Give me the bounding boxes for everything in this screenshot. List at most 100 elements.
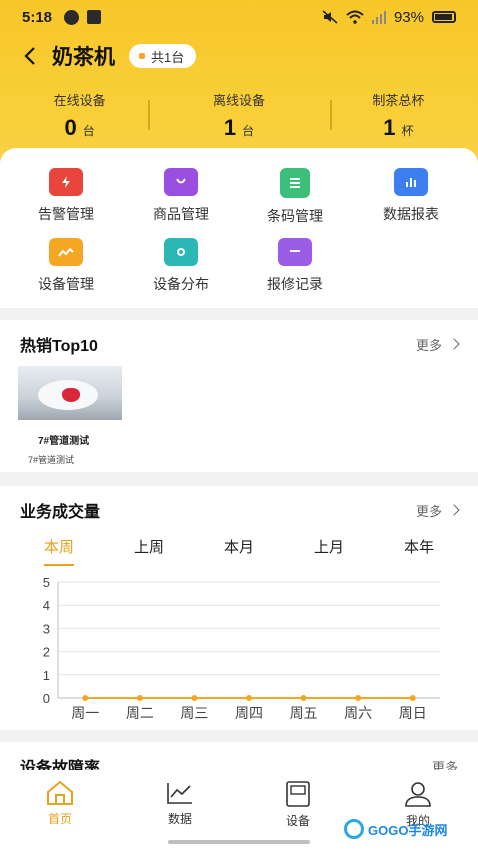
stat-label: 离线设备	[212, 93, 265, 108]
stat-offline[interactable]: 离线设备 1 台	[159, 90, 318, 140]
menu-card: 告警管理 商品管理 条码管理 数据报表 设备管理 设备分布 报修记录	[0, 148, 478, 308]
hot-sales-more-link[interactable]: 更多	[415, 335, 460, 354]
menu-item-alarm[interactable]: 告警管理	[11, 168, 121, 224]
tab-last-month[interactable]: 上月	[284, 536, 374, 566]
stat-unit: 台	[82, 124, 95, 138]
product-subtitle: 7#管道测试	[28, 455, 75, 465]
stat-divider	[330, 100, 332, 130]
y-tick-label: 5	[43, 575, 50, 590]
nav-label: 设备	[285, 814, 310, 828]
battery-percent: 93%	[393, 8, 424, 26]
section-title: 热销Top10	[20, 338, 98, 355]
menu-label: 告警管理	[38, 206, 94, 222]
menu-label: 设备分布	[153, 276, 209, 292]
home-indicator[interactable]	[168, 840, 310, 844]
menu-label: 条码管理	[267, 208, 323, 224]
device-count-badge: 共1台	[129, 44, 197, 68]
stat-unit: 台	[242, 124, 255, 138]
data-point	[246, 695, 252, 701]
barcode-doc-icon	[280, 168, 310, 198]
menu-item-barcode[interactable]: 条码管理	[240, 168, 350, 226]
menu-label: 设备管理	[38, 276, 94, 292]
stat-value: 1 台	[224, 115, 254, 141]
stat-number: 1	[383, 115, 396, 140]
menu-item-products[interactable]: 商品管理	[126, 168, 236, 224]
status-bar: 5:18 93%	[0, 0, 478, 34]
device-icon	[286, 781, 310, 807]
tab-this-year[interactable]: 本年	[374, 536, 464, 566]
signal-icon	[371, 11, 386, 24]
y-tick-label: 2	[43, 645, 50, 660]
user-icon	[405, 782, 431, 807]
nav-label: 首页	[47, 812, 72, 826]
report-chart-icon	[394, 168, 428, 196]
tab-this-week[interactable]: 本周	[14, 536, 104, 566]
status-time: 5:18	[22, 8, 53, 26]
notification-status-icon	[87, 10, 102, 24]
data-point	[136, 695, 143, 701]
stat-number: 0	[64, 115, 77, 140]
stat-label: 在线设备	[53, 93, 106, 108]
more-label: 更多	[415, 337, 442, 353]
stat-divider	[148, 100, 150, 130]
device-map-icon	[164, 238, 198, 266]
y-tick-label: 3	[43, 621, 50, 636]
product-name[interactable]: 7#管道测试	[38, 432, 89, 447]
data-point	[409, 695, 416, 701]
data-point	[82, 695, 89, 701]
home-icon	[47, 780, 73, 805]
section-title: 业务成交量	[20, 504, 101, 521]
product-image[interactable]	[18, 366, 122, 420]
x-tick-label: 周五	[290, 705, 318, 721]
y-tick-label: 4	[43, 598, 50, 613]
more-label: 更多	[415, 503, 442, 519]
stat-number: 1	[223, 115, 237, 140]
tab-this-month[interactable]: 本月	[194, 536, 284, 566]
mute-icon	[322, 10, 338, 24]
watermark-circle-icon	[344, 819, 364, 839]
x-tick-label: 周六	[344, 705, 372, 721]
data-point	[355, 695, 362, 701]
stat-online[interactable]: 在线设备 0 台	[0, 90, 159, 140]
menu-item-device-map[interactable]: 设备分布	[126, 238, 236, 294]
repair-record-icon	[278, 238, 312, 266]
menu-label: 报修记录	[267, 276, 323, 292]
x-tick-label: 周四	[235, 705, 263, 721]
watermark-text: GOGO手游网	[368, 822, 448, 838]
volume-more-link[interactable]: 更多	[415, 501, 460, 520]
stat-unit: 杯	[401, 124, 414, 138]
data-point	[191, 695, 198, 701]
data-point	[300, 695, 307, 701]
menu-item-device-manage[interactable]: 设备管理	[11, 238, 121, 294]
stat-value: 1 杯	[383, 115, 413, 141]
nav-devices[interactable]: 设备	[258, 780, 338, 829]
watermark-logo: GOGO手游网	[344, 818, 474, 840]
menu-item-repair[interactable]: 报修记录	[240, 238, 350, 294]
nav-data[interactable]: 数据	[140, 780, 220, 827]
title-bar: 奶茶机 共1台	[0, 38, 478, 74]
shopping-bag-icon	[164, 168, 198, 196]
device-count-text: 共1台	[151, 49, 185, 65]
alarm-icon	[49, 168, 83, 196]
menu-label: 数据报表	[383, 206, 439, 222]
nav-home[interactable]: 首页	[20, 780, 100, 827]
x-tick-label: 周日	[399, 705, 427, 721]
status-right: 93%	[322, 9, 456, 26]
y-tick-label: 1	[43, 668, 50, 683]
device-manage-icon	[49, 238, 83, 266]
back-button[interactable]	[8, 38, 52, 74]
x-tick-label: 周一	[71, 705, 99, 721]
x-tick-label: 周二	[126, 705, 154, 721]
menu-item-reports[interactable]: 数据报表	[356, 168, 466, 224]
page-title: 奶茶机	[52, 46, 115, 69]
x-tick-label: 周三	[180, 705, 208, 721]
strawberry	[62, 388, 80, 402]
chart-svg: 0 1 2 3 4 5 周一 周二 周三 周四 周五 周六 周日	[43, 575, 440, 721]
y-tick-label: 0	[43, 691, 50, 706]
back-arrow-icon	[24, 47, 35, 65]
chevron-right-icon	[448, 338, 460, 350]
tab-last-week[interactable]: 上周	[104, 536, 194, 566]
account-status-icon	[64, 9, 80, 25]
stat-total-cups[interactable]: 制茶总杯 1 杯	[319, 90, 478, 140]
volume-header: 业务成交量 更多	[20, 498, 460, 522]
